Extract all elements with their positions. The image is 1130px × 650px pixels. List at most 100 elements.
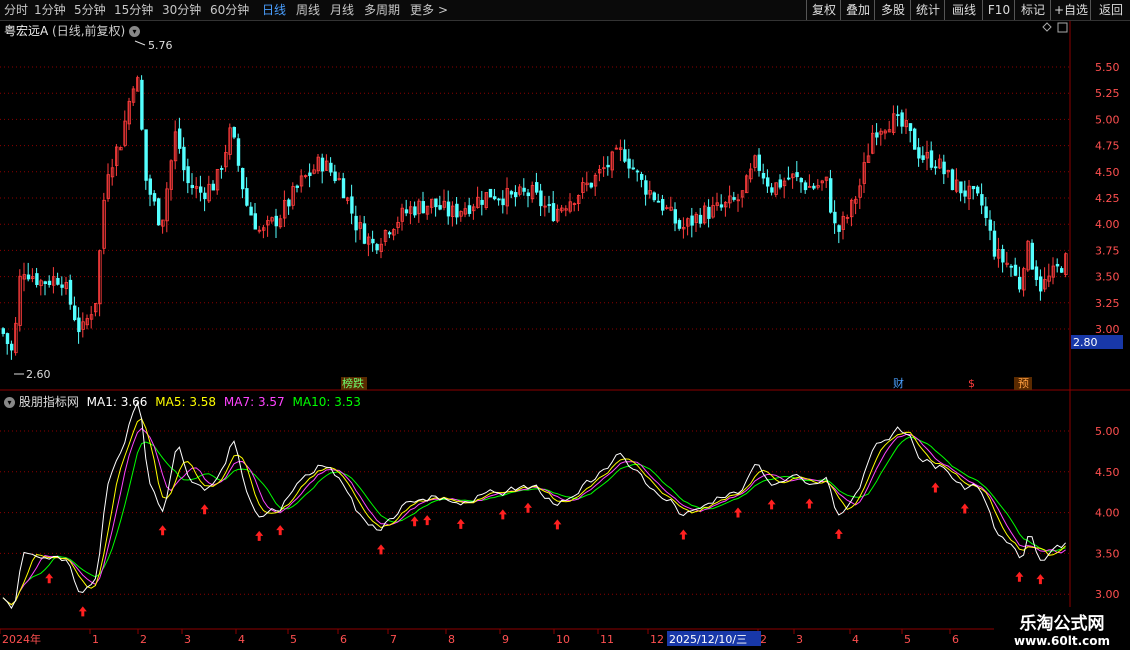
candle-body: [833, 211, 837, 224]
tab-fenshi[interactable]: 分时: [4, 2, 28, 18]
tab-30min[interactable]: 30分钟: [162, 2, 201, 18]
up-arrow-icon: [1015, 571, 1024, 582]
candle-body: [942, 161, 946, 175]
candle-body: [803, 182, 808, 191]
candle-body: [522, 187, 526, 192]
tab-5min[interactable]: 5分钟: [74, 2, 106, 18]
watermark-name: 乐淘公式网: [1019, 614, 1105, 634]
candlesticks: [1, 75, 1068, 360]
event-label-dollar[interactable]: $: [968, 377, 975, 390]
mark-button[interactable]: 标记: [1014, 0, 1051, 20]
chart-area[interactable]: 2.80 5.76 2.60 5.50 5.25 5.00 4.75 4.50 4.25 4…: [0, 21, 1130, 650]
tab-monthly[interactable]: 月线: [330, 2, 354, 18]
time-label: 2: [140, 633, 147, 646]
up-arrow-icon: [200, 504, 209, 515]
candle-body: [77, 317, 81, 333]
indicator-axis: 5.00 4.50 4.00 3.50 3.00: [1095, 425, 1120, 601]
time-label: 11: [600, 633, 614, 646]
candle-body: [514, 192, 518, 198]
time-label: 10: [556, 633, 570, 646]
candle-body: [1060, 268, 1064, 273]
back-button[interactable]: 返回: [1090, 0, 1130, 20]
tab-15min[interactable]: 15分钟: [114, 2, 153, 18]
price-tag: 2.80: [1073, 336, 1098, 349]
stock-name: 粤宏远A: [4, 24, 49, 38]
candle-body: [148, 178, 152, 195]
candle-body: [795, 172, 799, 178]
price-grid: [0, 66, 1070, 330]
diamond-icon[interactable]: [1042, 22, 1052, 32]
candle-body: [488, 188, 493, 198]
candle-body: [492, 196, 497, 200]
add-watchlist-button[interactable]: +自选: [1050, 0, 1091, 20]
low-marker: 2.60: [26, 368, 51, 381]
candle-body: [627, 158, 631, 169]
up-arrow-icon: [255, 530, 264, 541]
candle-body: [971, 185, 976, 190]
candle-body: [766, 177, 770, 187]
up-arrow-icon: [1036, 574, 1045, 585]
candle-body: [917, 147, 921, 159]
candle-body: [963, 190, 967, 197]
watermark-url: www.60lt.com: [1013, 634, 1111, 648]
up-arrow-icon: [767, 499, 776, 510]
up-arrow-icon: [734, 507, 742, 518]
candle-body: [140, 79, 144, 130]
time-label: 5: [290, 633, 297, 646]
time-label: 3: [796, 633, 803, 646]
chevron-right-icon[interactable]: >: [438, 2, 448, 18]
draw-line-button[interactable]: 画线: [944, 0, 983, 20]
candle-body: [656, 200, 661, 203]
candle-body: [959, 181, 963, 194]
up-arrow-icon: [78, 606, 87, 617]
fuquan-button[interactable]: 复权: [806, 0, 841, 20]
high-marker-line: [134, 40, 146, 46]
candle-body: [287, 199, 291, 207]
overlay-button[interactable]: 叠加: [840, 0, 875, 20]
candle-body: [673, 209, 677, 224]
tab-weekly[interactable]: 周线: [296, 2, 320, 18]
price-tick: 4.50: [1095, 166, 1120, 179]
candle-body: [509, 191, 514, 195]
candle-body: [900, 112, 904, 127]
up-arrow-icon: [456, 518, 465, 529]
candle-body: [198, 186, 203, 193]
candle-body: [219, 168, 224, 170]
window-icon[interactable]: [1057, 22, 1068, 33]
candle-body: [770, 187, 774, 193]
candle-body: [812, 185, 816, 189]
f10-button[interactable]: F10: [982, 0, 1015, 20]
indicator-name[interactable]: 股朋指标网: [19, 395, 79, 409]
time-label: 4: [852, 633, 859, 646]
chart-mode: (日线,前复权): [52, 24, 126, 38]
tab-more[interactable]: 更多: [410, 2, 434, 18]
indicator-lines: [2, 401, 1066, 610]
ma10-label: MA10: 3.53: [292, 395, 361, 409]
chevron-down-icon[interactable]: ▾: [4, 397, 15, 408]
price-tick: 3.50: [1095, 271, 1120, 284]
candle-body: [1, 328, 5, 334]
tab-60min[interactable]: 60分钟: [210, 2, 249, 18]
candle-body: [350, 196, 354, 214]
candle-body: [354, 215, 358, 231]
candle-body: [47, 280, 52, 286]
candle-body: [1001, 248, 1005, 263]
candle-body: [1034, 266, 1039, 280]
candle-body: [371, 238, 375, 244]
tab-1min[interactable]: 1分钟: [34, 2, 66, 18]
tab-daily[interactable]: 日线: [262, 2, 286, 18]
indicator-title-bar: ▾ 股朋指标网 MA1: 3.66 MA5: 3.58 MA7: 3.57 MA…: [4, 393, 361, 410]
candle-body: [631, 167, 635, 170]
candle-body: [1055, 263, 1060, 267]
time-label: 5: [904, 633, 911, 646]
candle-body: [26, 274, 31, 280]
indicator-tick: 3.50: [1095, 547, 1120, 560]
candle-body: [1039, 276, 1043, 292]
candle-body: [913, 128, 917, 150]
stats-button[interactable]: 统计: [910, 0, 945, 20]
tab-multi-period[interactable]: 多周期: [364, 2, 400, 18]
multi-stock-button[interactable]: 多股: [874, 0, 911, 20]
chevron-down-icon[interactable]: ▾: [129, 26, 141, 37]
watermark: 乐淘公式网 www.60lt.com: [994, 607, 1130, 650]
event-label-cai[interactable]: 财: [893, 376, 904, 390]
